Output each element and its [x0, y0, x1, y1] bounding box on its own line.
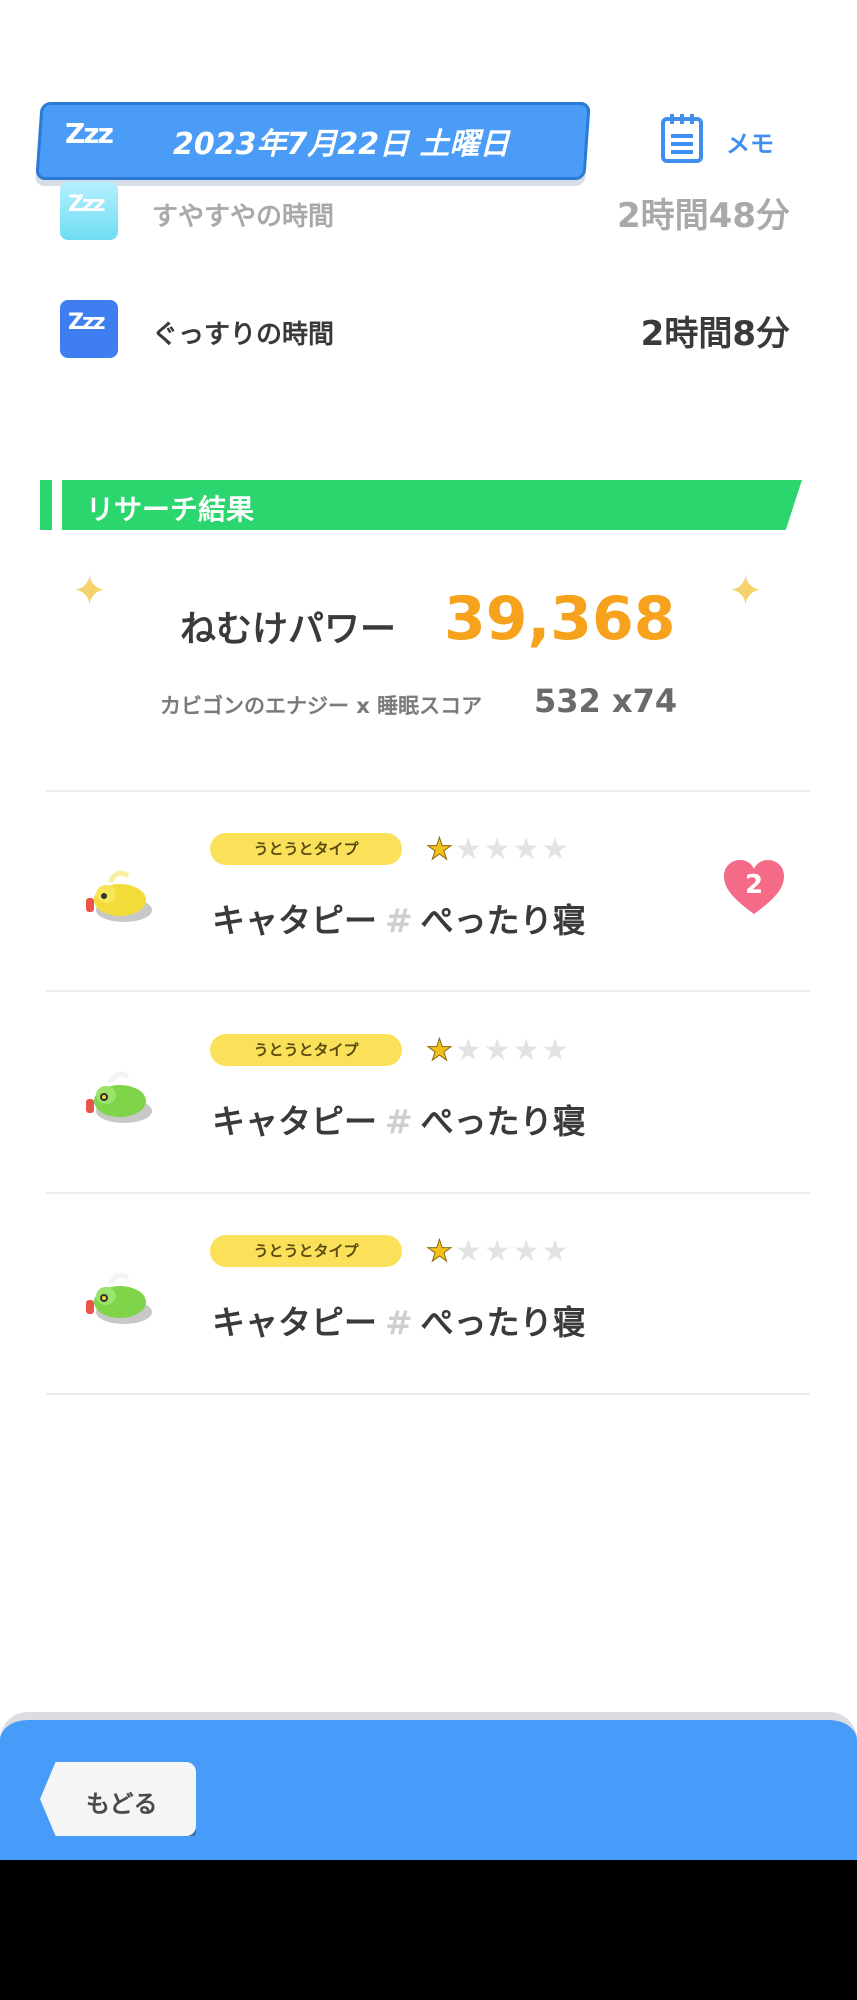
zzz-icon: Zzz — [65, 117, 112, 150]
type-badge: うとうとタイプ — [210, 833, 402, 865]
star-icon: ★ — [426, 832, 455, 868]
hash-icon: # — [385, 1303, 413, 1342]
memo-button[interactable]: メモ — [660, 112, 790, 168]
star-icon: ★★★★ — [454, 1234, 571, 1269]
light-sleep-row: Zzz すやすやの時間 2時間48分 — [60, 182, 790, 242]
deep-sleep-row: Zzz ぐっすりの時間 2時間8分 — [60, 300, 790, 360]
star-icon: ★★★★ — [454, 1033, 571, 1068]
memo-label: メモ — [726, 130, 774, 158]
sleep-power-label: ねむけパワー — [180, 609, 397, 650]
heart-icon: 2 — [722, 858, 786, 918]
type-badge: うとうとタイプ — [210, 1034, 402, 1066]
sleep-power-value: 39,368 — [444, 584, 676, 654]
pokemon-row-1[interactable]: うとうとタイプ ★★★★★ キャタピー # ぺったり寝 2 — [46, 792, 810, 990]
date-label: 2023年7月22日 土曜日 — [173, 127, 510, 162]
caterpie-icon — [86, 1272, 152, 1324]
star-icon: ★ — [426, 1234, 455, 1270]
research-title: リサーチ結果 — [86, 493, 255, 526]
heart-count: 2 — [745, 870, 764, 900]
deep-sleep-value: 2時間8分 — [640, 314, 790, 354]
pokemon-name-line: キャタピー # ぺったり寝 — [212, 894, 586, 942]
light-sleep-label: すやすやの時間 — [152, 202, 335, 232]
hash-icon: # — [385, 1102, 413, 1141]
divider — [46, 990, 810, 992]
pokemon-name-line: キャタピー # ぺったり寝 — [212, 1296, 586, 1344]
pokemon-name: キャタピー — [212, 901, 377, 940]
pokemon-name-line: キャタピー # ぺったり寝 — [212, 1095, 586, 1143]
hash-icon: # — [385, 901, 413, 940]
star-rating: ★★★★★ — [426, 832, 571, 868]
calc-value: 532 x74 — [534, 682, 678, 720]
light-sleep-icon: Zzz — [60, 182, 118, 240]
divider — [46, 1393, 810, 1395]
star-icon: ★ — [426, 1033, 455, 1069]
research-header: リサーチ結果 — [40, 480, 810, 530]
back-label: もどる — [86, 1790, 158, 1818]
pokemon-name: キャタピー — [212, 1303, 377, 1342]
research-stripe — [40, 480, 52, 530]
pokemon-name: キャタピー — [212, 1102, 377, 1141]
pokemon-row-2[interactable]: うとうとタイプ ★★★★★ キャタピー # ぺったり寝 — [46, 993, 810, 1191]
sparkle-icon: ✦ — [72, 566, 108, 615]
sleep-style: ぺったり寝 — [420, 1102, 586, 1141]
back-button[interactable]: もどる — [40, 1762, 196, 1836]
sparkle-icon: ✦ — [728, 566, 764, 615]
date-banner: Zzz 2023年7月22日 土曜日 — [35, 102, 591, 180]
caterpie-yellow-icon — [86, 870, 152, 922]
caterpie-icon — [86, 1071, 152, 1123]
light-sleep-value: 2時間48分 — [617, 196, 790, 236]
deep-sleep-icon: Zzz — [60, 300, 118, 358]
footer-bar: もどる — [0, 1712, 857, 1868]
sleep-style: ぺったり寝 — [420, 1303, 586, 1342]
type-badge: うとうとタイプ — [210, 1235, 402, 1267]
star-rating: ★★★★★ — [426, 1234, 571, 1270]
deep-sleep-label: ぐっすりの時間 — [152, 320, 335, 350]
pokemon-row-3[interactable]: うとうとタイプ ★★★★★ キャタピー # ぺったり寝 — [46, 1194, 810, 1392]
system-nav-area — [0, 1860, 857, 2000]
notepad-icon — [661, 114, 703, 163]
sleep-style: ぺったり寝 — [420, 901, 586, 940]
star-icon: ★★★★ — [454, 832, 571, 867]
calc-label: カビゴンのエナジー x 睡眠スコア — [160, 694, 483, 718]
star-rating: ★★★★★ — [426, 1033, 571, 1069]
